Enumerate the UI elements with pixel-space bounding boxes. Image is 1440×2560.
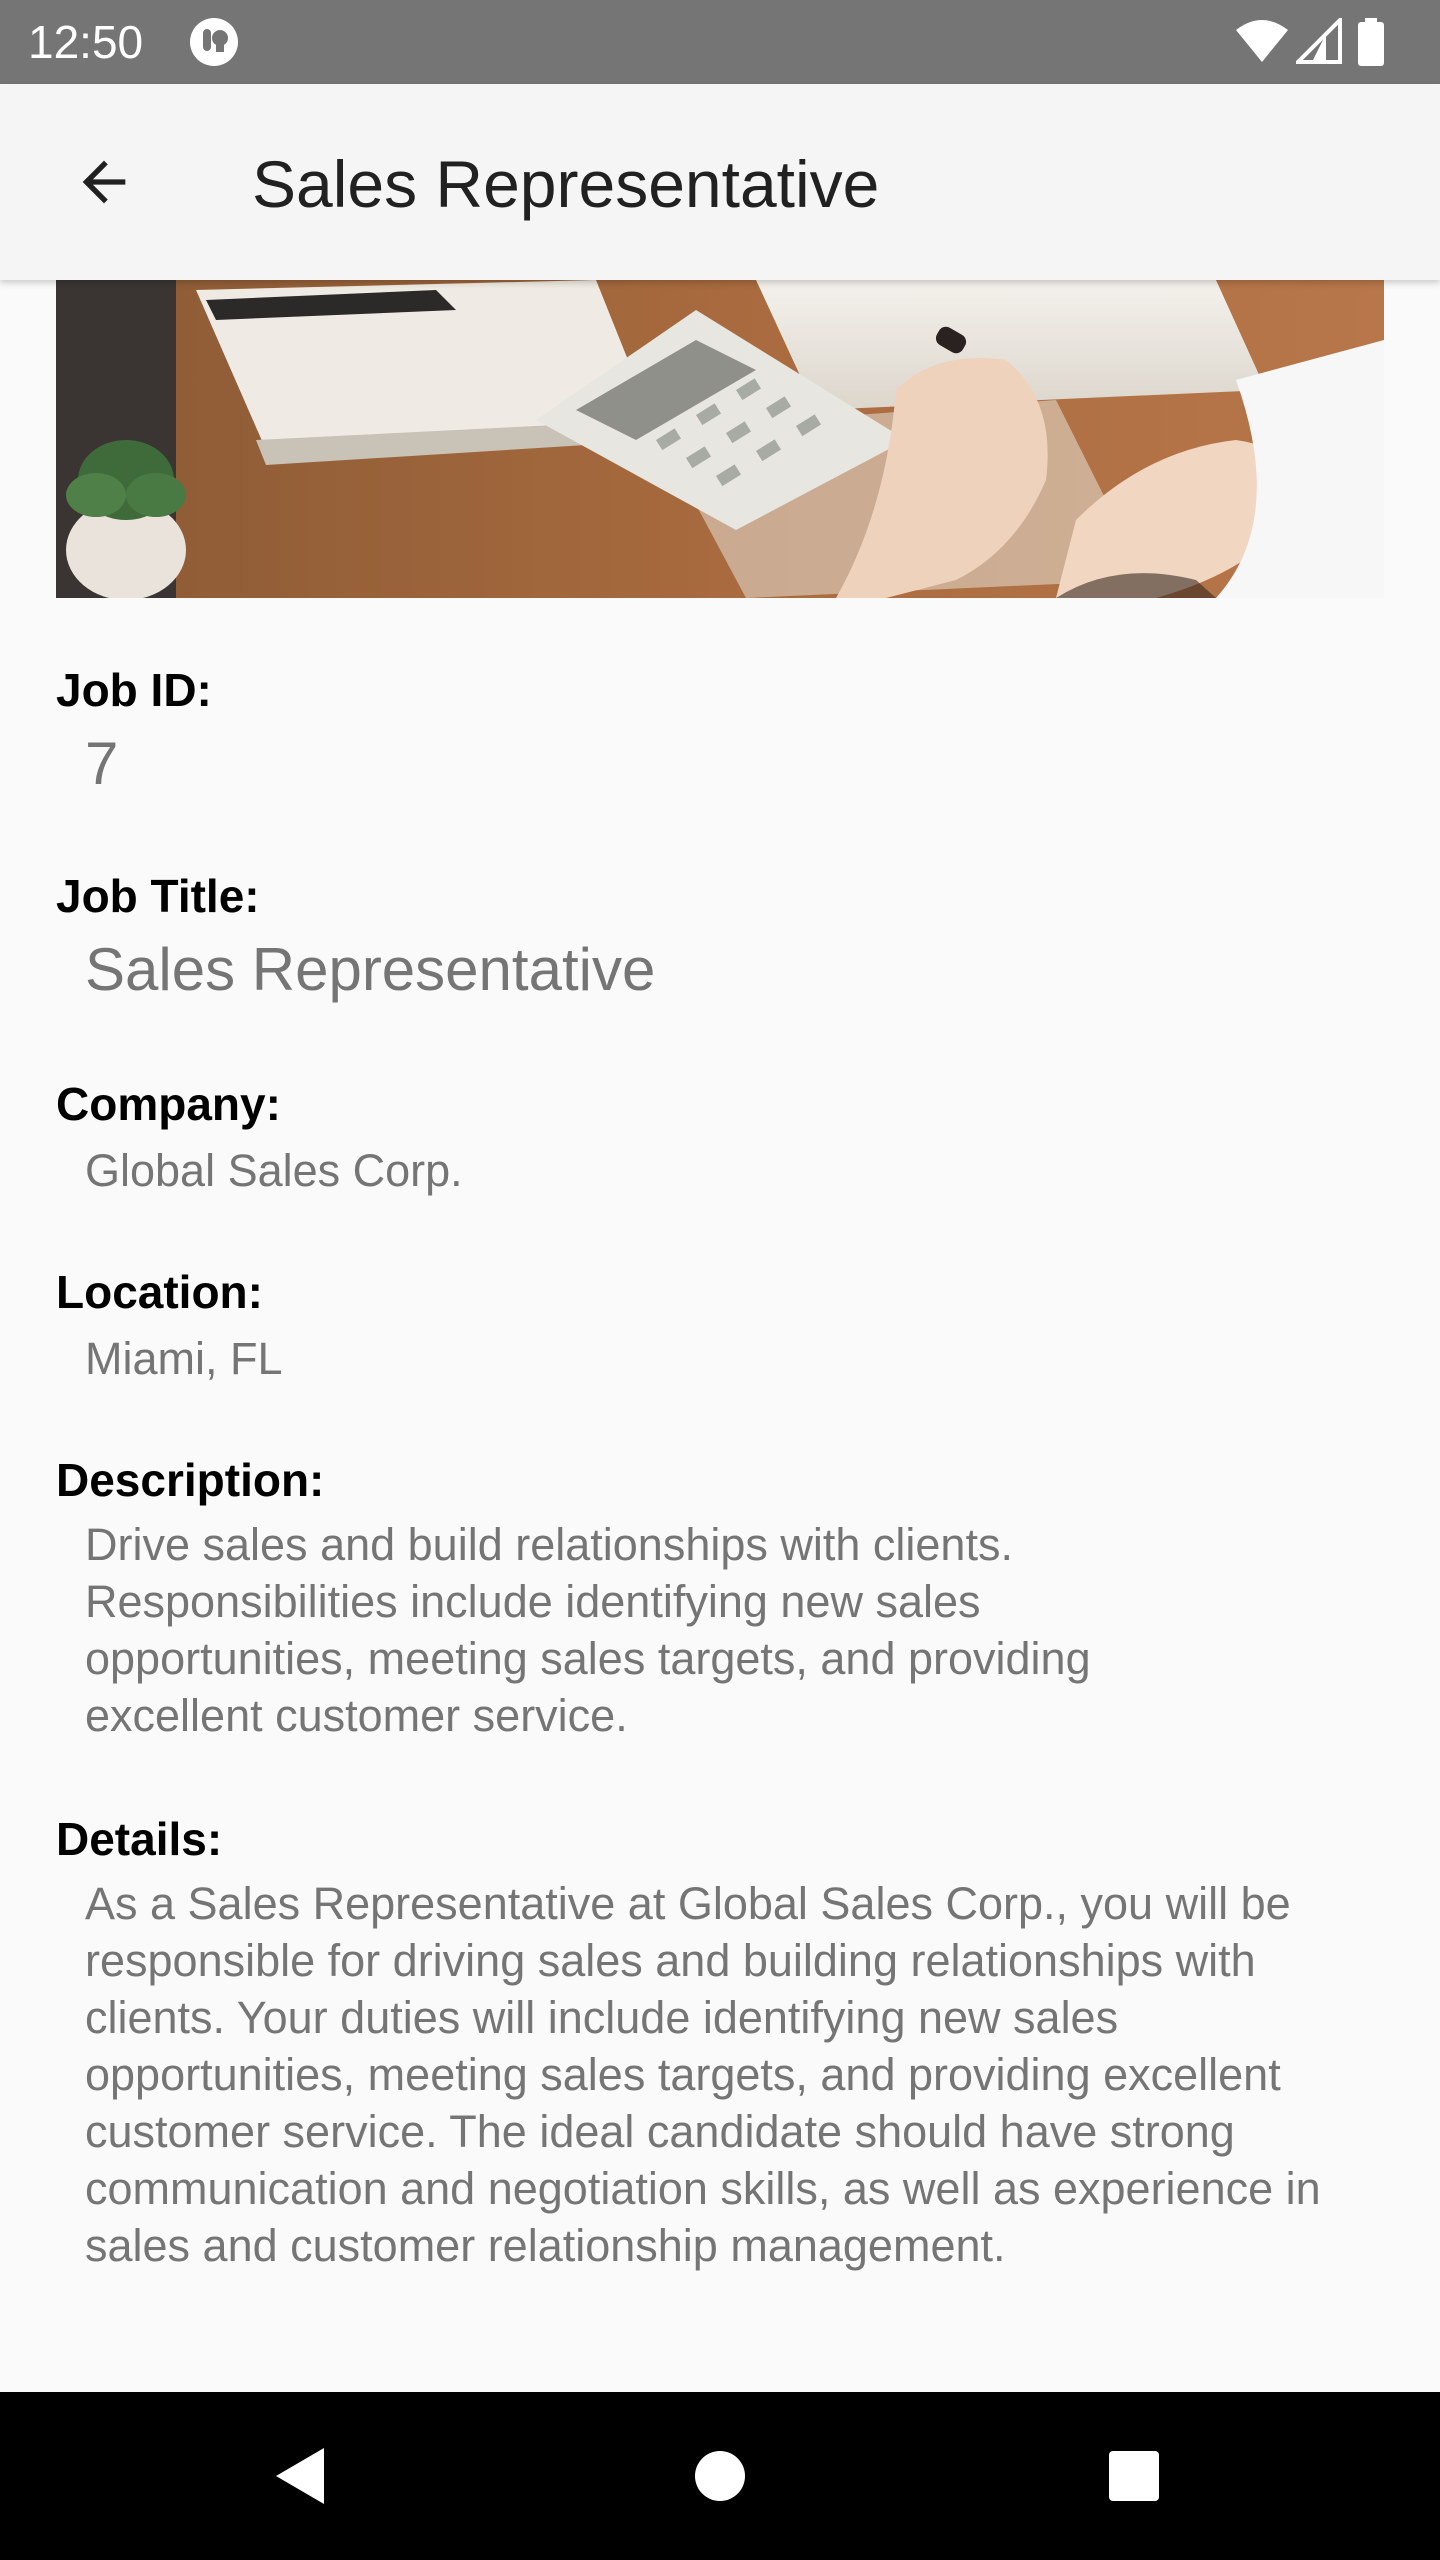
battery-icon [1358, 18, 1384, 66]
nav-back-icon [276, 2448, 324, 2504]
page-title: Sales Representative [252, 147, 880, 221]
job-title-value: Sales Representative [85, 936, 656, 1003]
job-id-label: Job ID: [56, 664, 212, 716]
company-label: Company: [56, 1078, 281, 1130]
job-details-content[interactable]: Job ID: 7 Job Title: Sales Representativ… [0, 280, 1440, 2392]
arrow-back-icon [82, 160, 126, 204]
company-value: Global Sales Corp. [85, 1145, 463, 1196]
nav-back-button[interactable] [258, 2434, 342, 2518]
job-detail-screen: 12:50 Sales Representative Job ID: 7 Job… [0, 0, 1440, 2560]
cell-signal-icon [1296, 18, 1342, 64]
details-label: Details: [56, 1813, 223, 1865]
nav-recents-icon [1109, 2451, 1159, 2501]
app-notification-icon [188, 16, 240, 68]
nav-home-icon [695, 2451, 745, 2501]
app-bar: Sales Representative [0, 84, 1440, 280]
nav-home-button[interactable] [678, 2434, 762, 2518]
wifi-icon [1236, 20, 1288, 62]
status-time: 12:50 [28, 16, 144, 68]
back-button[interactable] [52, 130, 156, 234]
details-value: As a Sales Representative at Global Sale… [85, 1878, 1321, 2271]
status-bar: 12:50 [0, 0, 1440, 84]
job-title-label: Job Title: [56, 870, 260, 922]
job-id-value: 7 [85, 730, 119, 797]
system-navigation-bar [0, 2392, 1440, 2560]
location-value: Miami, FL [85, 1333, 283, 1384]
nav-recents-button[interactable] [1092, 2434, 1176, 2518]
description-value: Drive sales and build relationships with… [85, 1519, 1091, 1741]
location-label: Location: [56, 1266, 263, 1318]
job-hero-image [56, 280, 1384, 598]
description-label: Description: [56, 1454, 325, 1506]
